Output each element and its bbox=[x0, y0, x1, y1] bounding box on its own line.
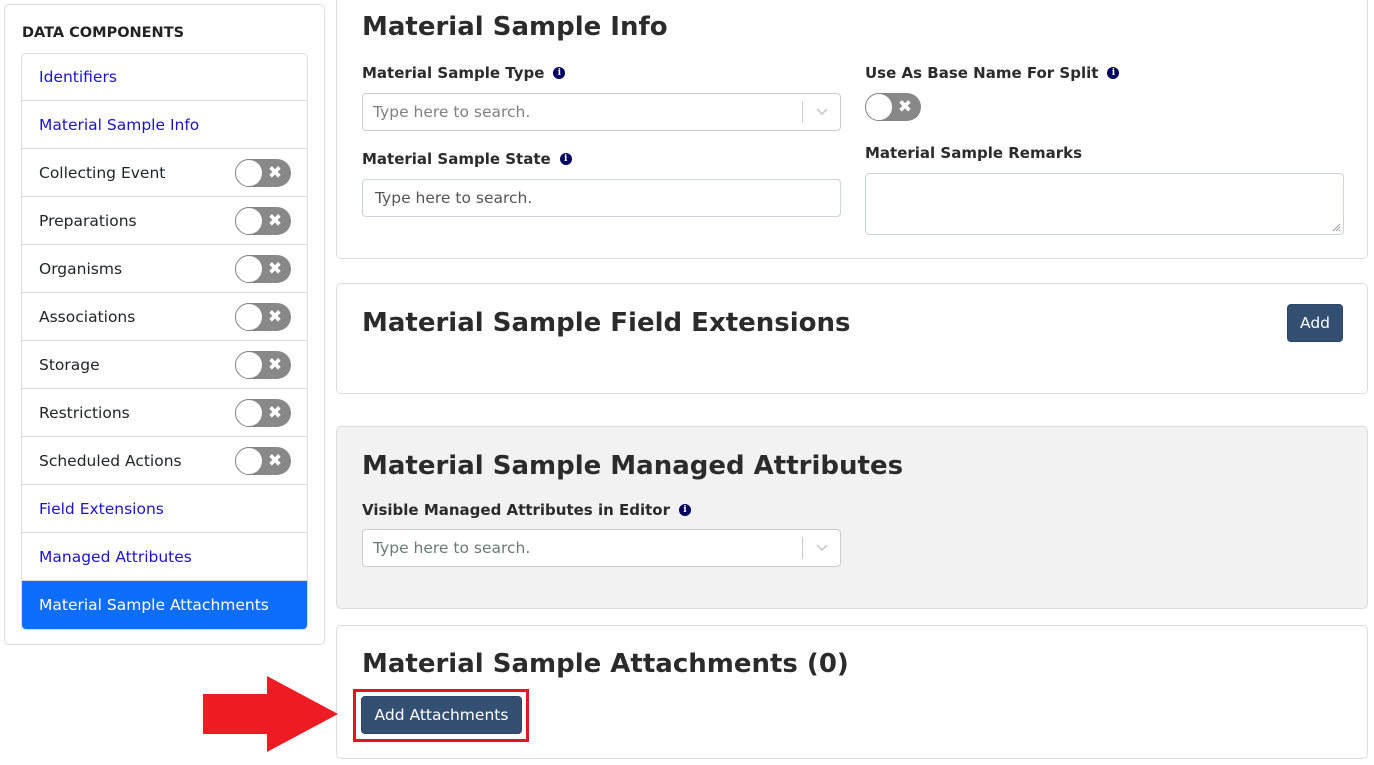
sidebar-item-label: Organisms bbox=[39, 259, 123, 278]
sidebar-item-collecting-event: Collecting Event ✖ bbox=[22, 149, 307, 197]
toggle-knob bbox=[235, 302, 263, 331]
sidebar-item-scheduled-actions: Scheduled Actions ✖ bbox=[22, 437, 307, 485]
sidebar-item-label: Storage bbox=[39, 355, 100, 374]
sidebar-item-label: Identifiers bbox=[39, 68, 117, 86]
highlight-box-annotation bbox=[353, 689, 529, 742]
label-text: Material Sample Type bbox=[362, 64, 545, 82]
sidebar-item-managed-attributes[interactable]: Managed Attributes bbox=[22, 533, 307, 581]
sidebar-item-label: Scheduled Actions bbox=[39, 451, 182, 470]
managed-attributes-card: Material Sample Managed Attributes Visib… bbox=[336, 426, 1368, 609]
visible-managed-attributes-select[interactable]: Type here to search. bbox=[362, 529, 841, 567]
sidebar-item-associations: Associations ✖ bbox=[22, 293, 307, 341]
material-sample-state-label: Material Sample State i bbox=[362, 150, 572, 168]
sidebar-item-label: Restrictions bbox=[39, 403, 130, 422]
sidebar-item-storage: Storage ✖ bbox=[22, 341, 307, 389]
toggle-knob bbox=[235, 158, 263, 187]
use-as-base-name-toggle[interactable]: ✖ bbox=[865, 93, 921, 121]
toggle-knob bbox=[235, 206, 263, 235]
sidebar-item-organisms: Organisms ✖ bbox=[22, 245, 307, 293]
x-icon: ✖ bbox=[267, 210, 283, 231]
select-placeholder: Type here to search. bbox=[373, 539, 531, 557]
sidebar-item-field-extensions[interactable]: Field Extensions bbox=[22, 485, 307, 533]
managed-attributes-title: Material Sample Managed Attributes bbox=[362, 451, 904, 481]
sidebar-item-material-sample-info[interactable]: Material Sample Info bbox=[22, 101, 307, 149]
info-icon[interactable]: i bbox=[553, 67, 566, 79]
x-icon: ✖ bbox=[267, 450, 283, 471]
chevron-down-icon[interactable] bbox=[803, 544, 840, 552]
label-text: Visible Managed Attributes in Editor bbox=[362, 501, 670, 519]
resize-grip-icon[interactable] bbox=[1332, 223, 1341, 232]
sidebar-item-label: Material Sample Attachments bbox=[39, 596, 269, 614]
toggle-knob bbox=[235, 398, 263, 427]
add-field-extension-button[interactable]: Add bbox=[1287, 304, 1343, 342]
select-placeholder: Type here to search. bbox=[373, 103, 531, 121]
toggle-knob bbox=[865, 93, 893, 121]
sidebar-item-label: Associations bbox=[39, 307, 136, 326]
use-as-base-name-label: Use As Base Name For Split i bbox=[865, 64, 1120, 82]
info-icon[interactable]: i bbox=[1107, 67, 1120, 79]
x-icon: ✖ bbox=[897, 97, 913, 117]
material-sample-type-label: Material Sample Type i bbox=[362, 64, 566, 82]
sidebar-title: DATA COMPONENTS bbox=[22, 25, 185, 41]
sidebar-item-material-sample-attachments[interactable]: Material Sample Attachments bbox=[22, 581, 307, 629]
preparations-toggle[interactable]: ✖ bbox=[235, 206, 291, 235]
toggle-knob bbox=[235, 254, 263, 283]
info-icon[interactable]: i bbox=[559, 153, 572, 165]
field-extensions-card: Material Sample Field Extensions Add bbox=[336, 283, 1368, 394]
sidebar-item-label: Material Sample Info bbox=[39, 115, 200, 134]
visible-managed-attributes-label: Visible Managed Attributes in Editor i bbox=[362, 501, 691, 519]
restrictions-toggle[interactable]: ✖ bbox=[235, 398, 291, 427]
x-icon: ✖ bbox=[267, 402, 283, 423]
info-icon[interactable]: i bbox=[679, 504, 691, 516]
sidebar-item-label: Preparations bbox=[39, 211, 137, 230]
sidebar-item-restrictions: Restrictions ✖ bbox=[22, 389, 307, 437]
material-sample-remarks-textarea[interactable] bbox=[865, 173, 1344, 235]
material-sample-remarks-label: Material Sample Remarks bbox=[865, 144, 1082, 162]
material-sample-info-card: Material Sample Info Material Sample Typ… bbox=[336, 0, 1368, 259]
collecting-event-toggle[interactable]: ✖ bbox=[235, 158, 291, 187]
sidebar-item-label: Managed Attributes bbox=[39, 547, 192, 566]
toggle-knob bbox=[235, 446, 263, 475]
data-components-sidebar: DATA COMPONENTS Identifiers Material Sam… bbox=[4, 4, 325, 645]
material-sample-type-select[interactable]: Type here to search. bbox=[362, 93, 841, 131]
attachments-title: Material Sample Attachments (0) bbox=[362, 649, 849, 679]
x-icon: ✖ bbox=[267, 354, 283, 375]
associations-toggle[interactable]: ✖ bbox=[235, 302, 291, 331]
field-extensions-title: Material Sample Field Extensions bbox=[362, 308, 851, 338]
sidebar-item-identifiers[interactable]: Identifiers bbox=[22, 54, 307, 101]
sidebar-item-preparations: Preparations ✖ bbox=[22, 197, 307, 245]
toggle-knob bbox=[235, 350, 263, 379]
material-sample-state-input[interactable]: Type here to search. bbox=[362, 179, 841, 217]
sidebar-list: Identifiers Material Sample Info Collect… bbox=[21, 53, 308, 630]
input-placeholder: Type here to search. bbox=[375, 189, 533, 207]
organisms-toggle[interactable]: ✖ bbox=[235, 254, 291, 283]
x-icon: ✖ bbox=[267, 306, 283, 327]
scheduled-actions-toggle[interactable]: ✖ bbox=[235, 446, 291, 475]
label-text: Material Sample State bbox=[362, 150, 551, 168]
x-icon: ✖ bbox=[267, 258, 283, 279]
storage-toggle[interactable]: ✖ bbox=[235, 350, 291, 379]
sidebar-item-label: Collecting Event bbox=[39, 163, 166, 182]
label-text: Material Sample Remarks bbox=[865, 144, 1083, 162]
label-text: Use As Base Name For Split bbox=[865, 64, 1099, 82]
material-sample-info-title: Material Sample Info bbox=[362, 12, 668, 42]
sidebar-item-label: Field Extensions bbox=[39, 499, 164, 518]
red-arrow-icon bbox=[203, 676, 338, 752]
x-icon: ✖ bbox=[267, 162, 283, 183]
chevron-down-icon[interactable] bbox=[803, 108, 840, 116]
